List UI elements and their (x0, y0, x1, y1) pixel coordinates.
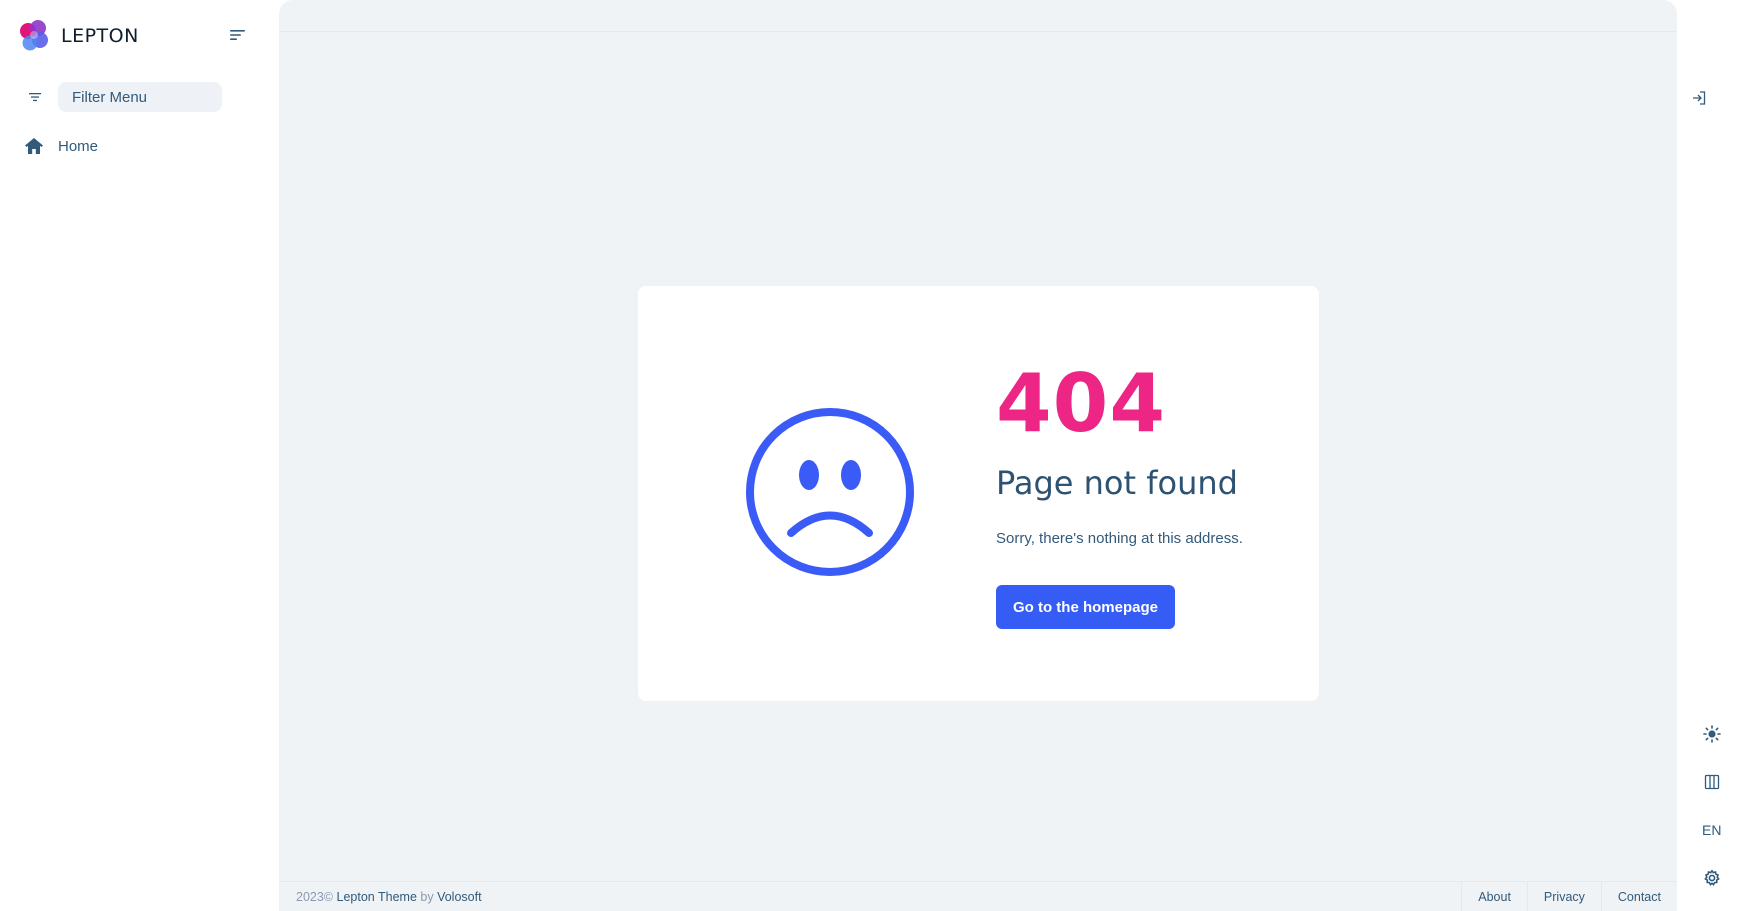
language-selector[interactable]: EN (1702, 822, 1721, 838)
sidebar-item-label: Home (58, 137, 99, 155)
footer-link-privacy[interactable]: Privacy (1526, 881, 1601, 911)
sun-icon[interactable] (1702, 724, 1722, 744)
menu-collapse-icon[interactable] (228, 27, 248, 43)
error-code: 404 (996, 357, 1166, 450)
footer-by: by (420, 889, 434, 904)
home-icon (25, 138, 43, 154)
error-title: Page not found (996, 464, 1238, 502)
brand-name: LEPTON (61, 25, 139, 47)
sidebar: LEPTON Home (0, 0, 279, 911)
gear-icon[interactable] (1702, 868, 1722, 888)
error-card: 404 Page not found Sorry, there's nothin… (638, 286, 1319, 701)
filter-menu-input[interactable] (58, 82, 222, 112)
sad-face-icon (746, 408, 914, 576)
go-to-homepage-button[interactable]: Go to the homepage (996, 585, 1175, 629)
top-bar (279, 0, 1677, 32)
footer-link-about[interactable]: About (1461, 881, 1527, 911)
main-content: 404 Page not found Sorry, there's nothin… (279, 0, 1677, 911)
sidebar-item-home[interactable]: Home (24, 133, 98, 159)
footer-link-contact[interactable]: Contact (1600, 881, 1677, 911)
right-toolbar: EN (1677, 0, 1749, 911)
brand[interactable]: LEPTON (18, 18, 139, 54)
footer: 2023© Lepton Theme by Volosoft About Pri… (279, 881, 1677, 911)
filter-icon (24, 86, 46, 108)
copyright: 2023© Lepton Theme by Volosoft (279, 890, 482, 904)
lepton-logo-icon (20, 20, 48, 51)
footer-product-link[interactable]: Lepton Theme (337, 890, 417, 904)
columns-icon[interactable] (1702, 772, 1722, 792)
footer-links: About Privacy Contact (1461, 881, 1677, 911)
login-icon[interactable] (1689, 88, 1709, 108)
copyright-year: 2023© (296, 889, 334, 904)
error-message: Sorry, there's nothing at this address. (996, 530, 1243, 547)
footer-company-link[interactable]: Volosoft (437, 890, 481, 904)
menu-filter (24, 82, 222, 112)
